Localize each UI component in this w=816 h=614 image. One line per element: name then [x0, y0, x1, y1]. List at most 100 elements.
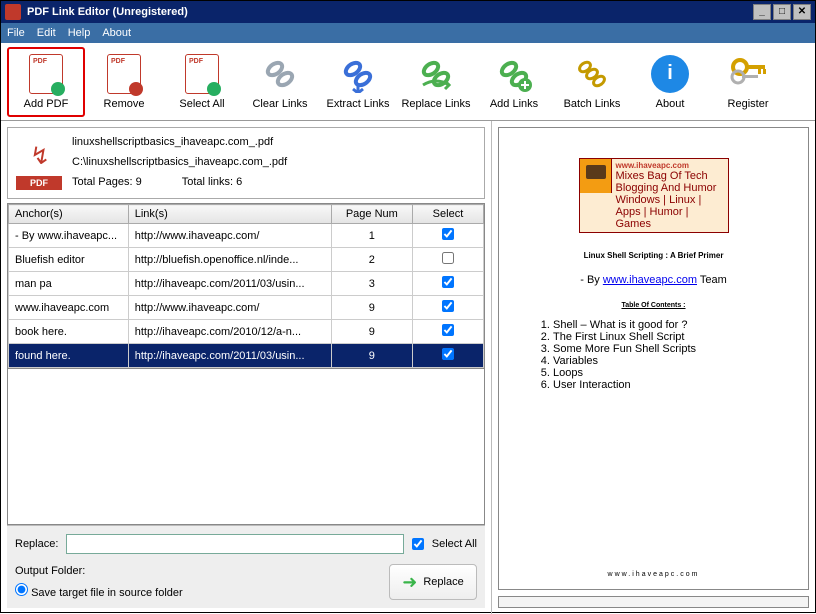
toolbar-label: Add PDF: [24, 98, 69, 110]
col-page[interactable]: Page Num: [331, 205, 412, 224]
save-option-row[interactable]: Save target file in source folder: [15, 587, 183, 599]
preview-site: www.ihaveapc.com: [616, 161, 724, 170]
preview-banner: www.ihaveapc.com Mixes Bag Of Tech Blogg…: [579, 158, 729, 233]
info-icon: i: [651, 55, 689, 93]
table-row[interactable]: book here.http://ihaveapc.com/2010/12/a-…: [9, 320, 484, 344]
cell-select[interactable]: [412, 224, 483, 248]
col-anchor[interactable]: Anchor(s): [9, 205, 129, 224]
maximize-button[interactable]: □: [773, 4, 791, 20]
row-checkbox[interactable]: [442, 228, 454, 240]
pdf-add-icon: [29, 54, 63, 94]
pdf-preview[interactable]: www.ihaveapc.com Mixes Bag Of Tech Blogg…: [498, 127, 809, 590]
cell-link: http://bluefish.openoffice.nl/inde...: [128, 248, 331, 272]
toc-item: User Interaction: [553, 379, 774, 391]
preview-tagline1: Mixes Bag Of Tech Blogging And Humor: [616, 170, 724, 194]
file-info-panel: PDF linuxshellscriptbasics_ihaveapc.com_…: [7, 127, 485, 199]
select-all-button[interactable]: Select All: [163, 47, 241, 117]
cell-page: 9: [331, 320, 412, 344]
select-all-label: Select All: [432, 538, 477, 550]
menu-help[interactable]: Help: [68, 27, 91, 39]
total-links: Total links: 6: [182, 176, 243, 188]
add-pdf-button[interactable]: Add PDF: [7, 47, 85, 117]
pdf-select-icon: [185, 54, 219, 94]
table-row[interactable]: www.ihaveapc.comhttp://www.ihaveapc.com/…: [9, 296, 484, 320]
menu-edit[interactable]: Edit: [37, 27, 56, 39]
batch-links-button[interactable]: Batch Links: [553, 47, 631, 117]
row-checkbox[interactable]: [442, 348, 454, 360]
extract-links-button[interactable]: Extract Links: [319, 47, 397, 117]
cell-select[interactable]: [412, 344, 483, 368]
minimize-button[interactable]: _: [753, 4, 771, 20]
save-in-source-radio[interactable]: [15, 583, 28, 596]
preview-logo-icon: [580, 159, 612, 193]
preview-toc-title: Table Of Contents :: [533, 302, 774, 309]
row-checkbox[interactable]: [442, 252, 454, 264]
replace-input[interactable]: [66, 534, 403, 554]
menu-file[interactable]: File: [7, 27, 25, 39]
toc-item: Shell – What is it good for ?: [553, 319, 774, 331]
cell-link: http://ihaveapc.com/2011/03/usin...: [128, 272, 331, 296]
clear-links-button[interactable]: Clear Links: [241, 47, 319, 117]
window-title: PDF Link Editor (Unregistered): [27, 6, 188, 18]
close-button[interactable]: ✕: [793, 4, 811, 20]
cell-page: 9: [331, 344, 412, 368]
row-checkbox[interactable]: [442, 300, 454, 312]
replace-links-button[interactable]: Replace Links: [397, 47, 475, 117]
table-row[interactable]: - By www.ihaveapc...http://www.ihaveapc.…: [9, 224, 484, 248]
file-path: C:\linuxshellscriptbasics_ihaveapc.com_.…: [72, 156, 476, 168]
toolbar-label: Select All: [179, 98, 224, 110]
links-table[interactable]: Anchor(s) Link(s) Page Num Select - By w…: [7, 203, 485, 369]
table-row[interactable]: found here.http://ihaveapc.com/2011/03/u…: [9, 344, 484, 368]
cell-link: http://www.ihaveapc.com/: [128, 224, 331, 248]
cell-page: 9: [331, 296, 412, 320]
keys-icon: [728, 55, 768, 93]
cell-anchor: man pa: [9, 272, 129, 296]
cell-select[interactable]: [412, 248, 483, 272]
cell-select[interactable]: [412, 272, 483, 296]
add-links-button[interactable]: Add Links: [475, 47, 553, 117]
col-link[interactable]: Link(s): [128, 205, 331, 224]
toolbar-label: Add Links: [490, 98, 538, 110]
select-all-checkbox[interactable]: [412, 538, 424, 550]
cell-anchor: Bluefish editor: [9, 248, 129, 272]
col-select[interactable]: Select: [412, 205, 483, 224]
pdf-file-icon: PDF: [16, 136, 62, 190]
left-pane: PDF linuxshellscriptbasics_ihaveapc.com_…: [1, 121, 491, 614]
cell-anchor: book here.: [9, 320, 129, 344]
table-row[interactable]: man pahttp://ihaveapc.com/2011/03/usin..…: [9, 272, 484, 296]
toc-item: Variables: [553, 355, 774, 367]
chain-extract-icon: [339, 55, 377, 93]
replace-button[interactable]: ➜ Replace: [389, 564, 477, 600]
row-checkbox[interactable]: [442, 276, 454, 288]
menu-about[interactable]: About: [102, 27, 131, 39]
cell-page: 2: [331, 248, 412, 272]
cell-link: http://www.ihaveapc.com/: [128, 296, 331, 320]
preview-tagline2: Windows | Linux | Apps | Humor | Games: [616, 194, 724, 230]
table-row[interactable]: Bluefish editorhttp://bluefish.openoffic…: [9, 248, 484, 272]
table-empty-area: [7, 369, 485, 525]
preview-footer: www.ihaveapc.com: [533, 571, 774, 578]
chain-replace-icon: [417, 55, 455, 93]
about-button[interactable]: i About: [631, 47, 709, 117]
cell-page: 3: [331, 272, 412, 296]
chain-clear-icon: [261, 55, 299, 93]
preview-scrollbar[interactable]: [498, 596, 809, 608]
toolbar: Add PDF Remove Select All Clear Links Ex…: [1, 43, 815, 121]
cell-select[interactable]: [412, 296, 483, 320]
register-button[interactable]: Register: [709, 47, 787, 117]
pdf-remove-icon: [107, 54, 141, 94]
titlebar: PDF Link Editor (Unregistered) _ □ ✕: [1, 1, 815, 23]
toolbar-label: Clear Links: [252, 98, 307, 110]
app-icon: [5, 4, 21, 20]
replace-button-label: Replace: [423, 576, 463, 588]
chain-batch-icon: [573, 55, 611, 93]
toolbar-label: Register: [728, 98, 769, 110]
row-checkbox[interactable]: [442, 324, 454, 336]
cell-link: http://ihaveapc.com/2011/03/usin...: [128, 344, 331, 368]
cell-anchor: www.ihaveapc.com: [9, 296, 129, 320]
cell-select[interactable]: [412, 320, 483, 344]
toc-item: The First Linux Shell Script: [553, 331, 774, 343]
replace-label: Replace:: [15, 538, 58, 550]
chain-add-icon: [495, 55, 533, 93]
remove-button[interactable]: Remove: [85, 47, 163, 117]
